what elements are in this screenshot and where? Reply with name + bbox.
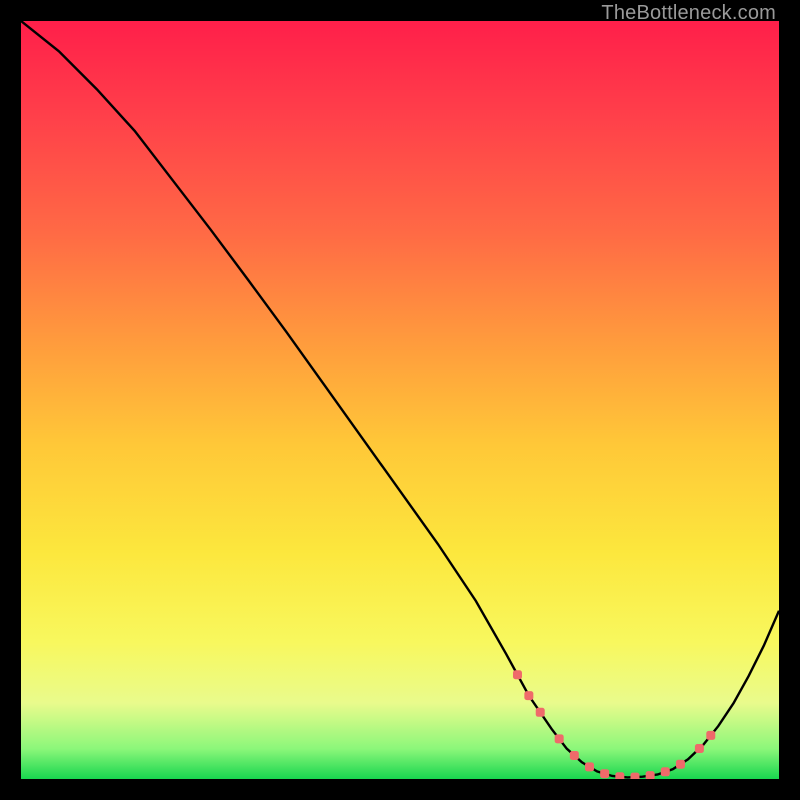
valley-marker bbox=[570, 751, 579, 760]
flat-region-markers bbox=[513, 670, 715, 779]
valley-marker bbox=[513, 670, 522, 679]
valley-marker bbox=[555, 734, 564, 743]
valley-marker bbox=[630, 773, 639, 779]
valley-marker bbox=[646, 771, 655, 779]
valley-marker bbox=[676, 760, 685, 769]
valley-marker bbox=[585, 762, 594, 771]
valley-marker bbox=[615, 772, 624, 779]
valley-marker bbox=[706, 731, 715, 740]
valley-marker bbox=[524, 691, 533, 700]
valley-marker bbox=[600, 769, 609, 778]
valley-marker bbox=[661, 767, 670, 776]
valley-marker bbox=[695, 744, 704, 753]
valley-marker bbox=[536, 708, 545, 717]
chart-svg-layer bbox=[21, 21, 779, 779]
chart-plot-area bbox=[21, 21, 779, 779]
bottleneck-curve-line bbox=[21, 21, 779, 777]
attribution-label: TheBottleneck.com bbox=[601, 2, 776, 25]
